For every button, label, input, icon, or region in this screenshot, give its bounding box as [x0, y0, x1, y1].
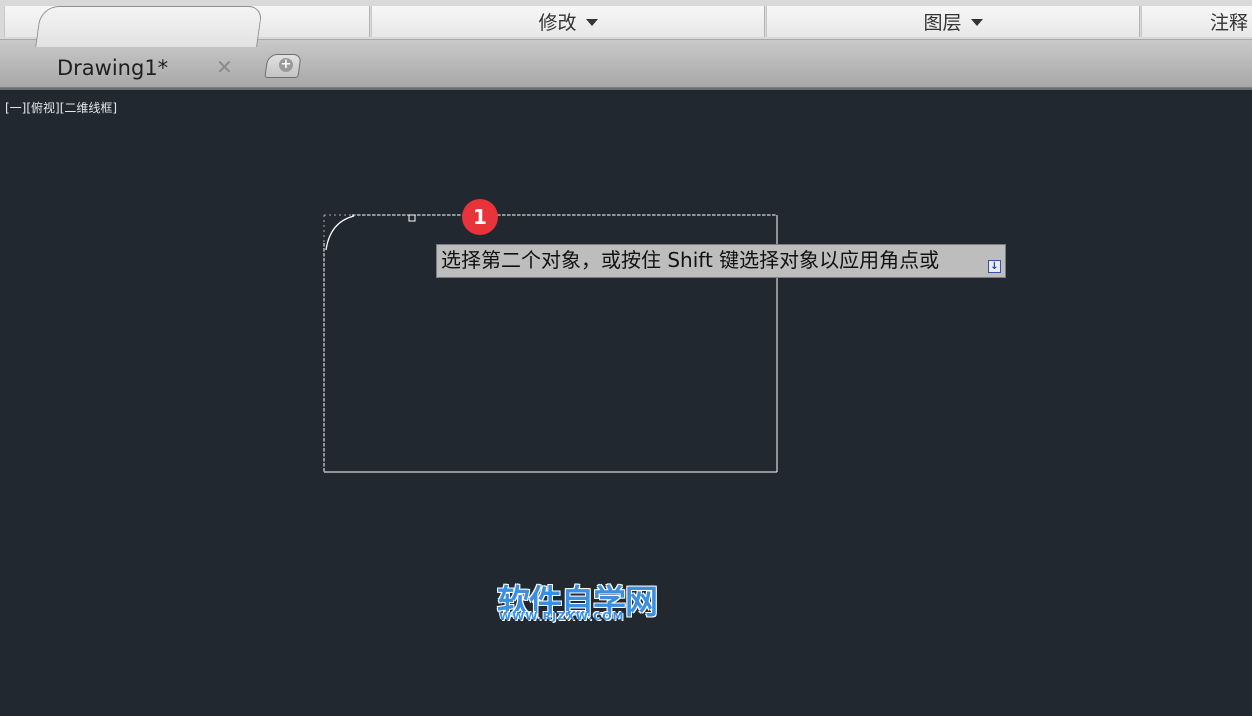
watermark-url: WWW.RJZXW.COM	[499, 610, 625, 623]
fillet-arc-preview	[325, 215, 355, 251]
dropdown-arrow-icon[interactable]: ↓	[988, 260, 1001, 273]
command-prompt-tooltip: 选择第二个对象，或按住 Shift 键选择对象以应用角点或	[436, 244, 1006, 278]
pickbox-cursor	[408, 214, 416, 222]
step-marker-badge: 1	[462, 199, 498, 235]
